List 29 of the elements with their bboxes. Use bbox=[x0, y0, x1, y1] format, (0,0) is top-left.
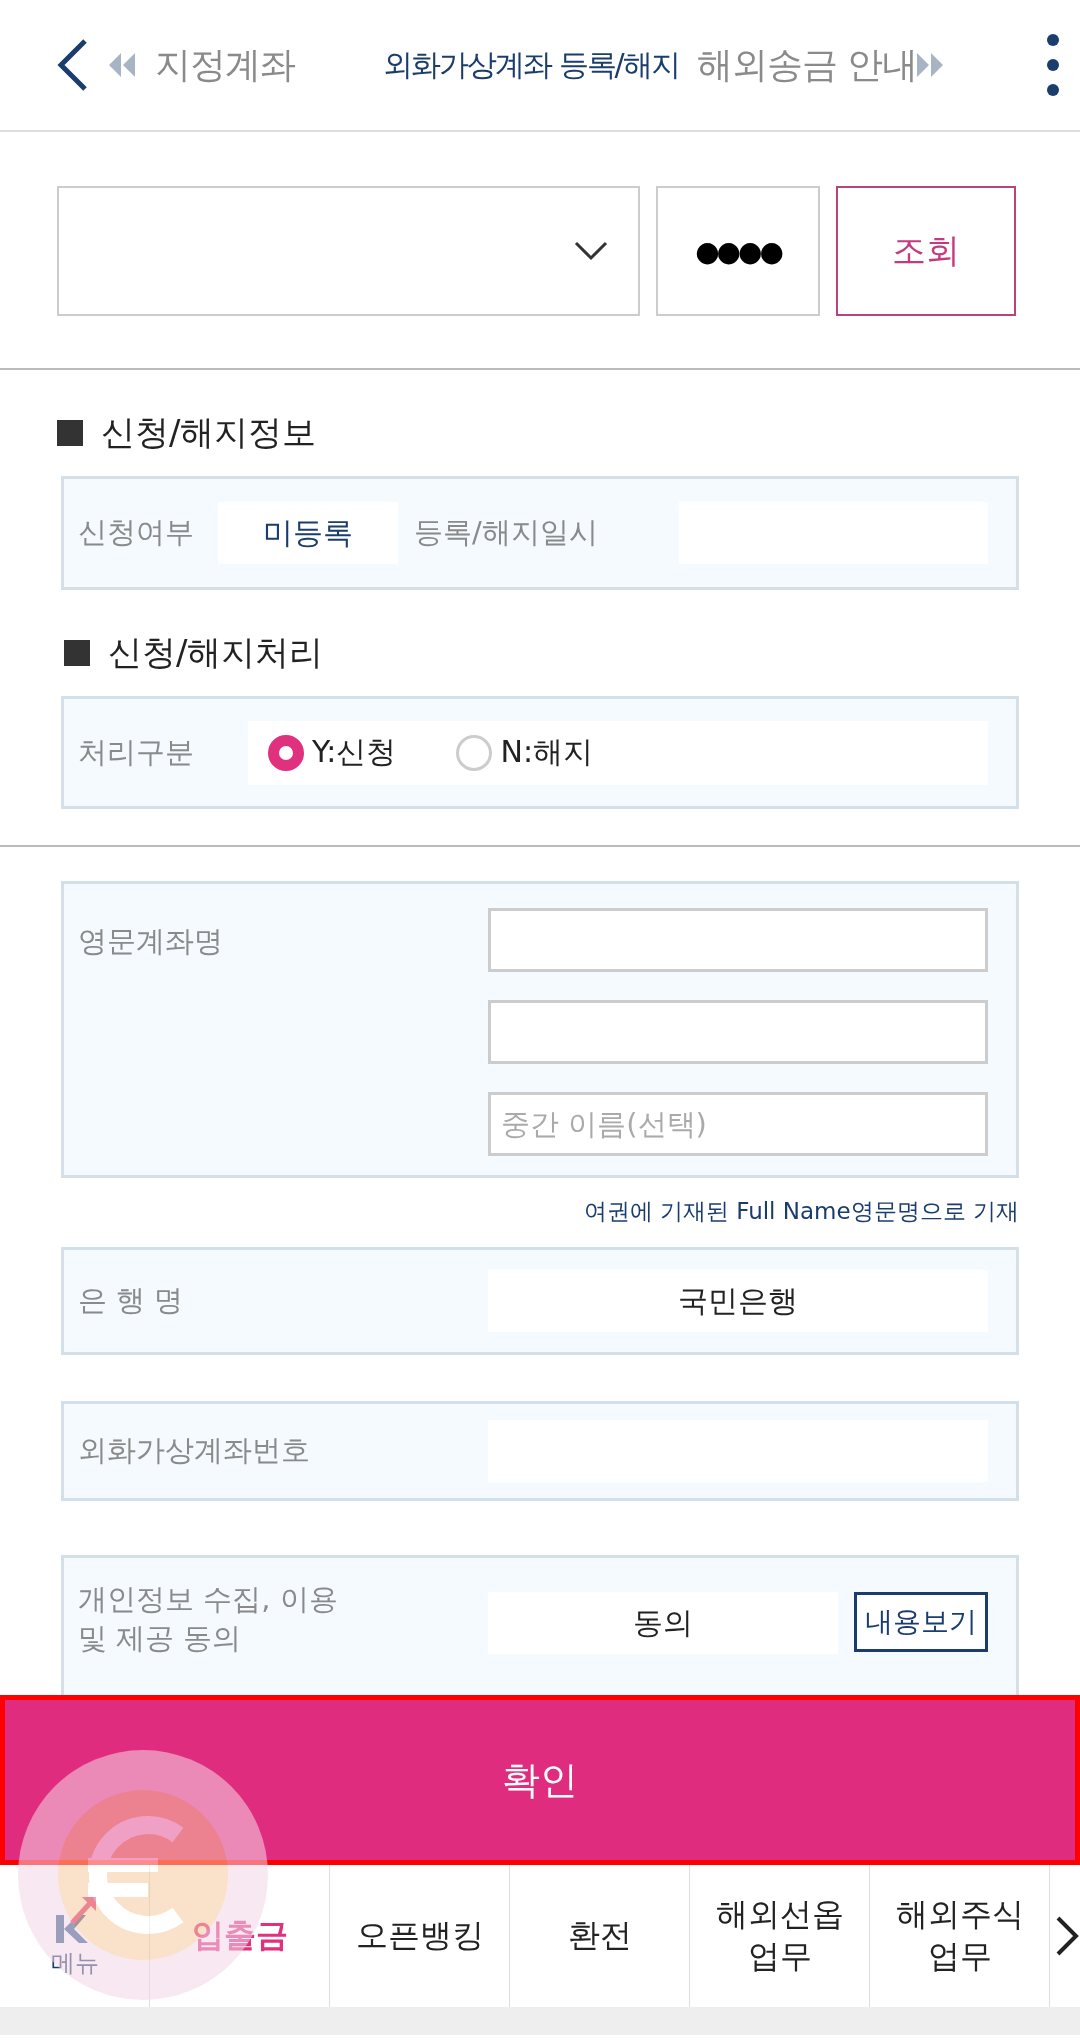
field-label: 개인정보 수집, 이용 및 제공 동의 bbox=[78, 1581, 339, 1658]
field-label: 처리구분 bbox=[78, 733, 195, 771]
section-title: 신청/해지처리 bbox=[108, 631, 324, 674]
field-label: 등록/해지일시 bbox=[413, 514, 599, 552]
radio-option[interactable]: N:해지 bbox=[456, 732, 593, 773]
bank-value: 국민은행 bbox=[488, 1270, 988, 1332]
note-text: 여권에 기재된 Full Name영문명으로 기재 bbox=[582, 1197, 1020, 1226]
section-title: 신청/해지정보 bbox=[101, 411, 317, 454]
field-label: 은 행 명 bbox=[78, 1282, 185, 1320]
chevron-down-icon[interactable] bbox=[574, 241, 608, 261]
header-tab[interactable]: 외화가상계좌 등록/해지 bbox=[383, 44, 679, 86]
input-field[interactable] bbox=[488, 1000, 988, 1064]
field-label: 영문계좌명 bbox=[78, 923, 224, 960]
status-value: 미등록 bbox=[218, 502, 398, 564]
square-bullet-icon bbox=[64, 640, 90, 666]
square-bullet-icon bbox=[57, 420, 83, 446]
chevron-right-icon[interactable] bbox=[1054, 1914, 1080, 1958]
inquiry-button[interactable]: 조회 bbox=[836, 186, 1016, 316]
field-label: 외화가상계좌번호 bbox=[78, 1432, 311, 1470]
input-field[interactable] bbox=[488, 908, 988, 972]
back-icon[interactable] bbox=[55, 37, 89, 93]
confirm-button[interactable]: 확인 bbox=[0, 1695, 1080, 1865]
more-icon[interactable] bbox=[1046, 33, 1060, 97]
agree-value: 동의 bbox=[488, 1592, 838, 1654]
password-field[interactable]: ●●●● bbox=[656, 186, 820, 316]
radio-option[interactable]: Y:신청 bbox=[268, 732, 397, 773]
field-label: 신청여부 bbox=[78, 514, 195, 552]
view-details-button[interactable]: 내용보기 bbox=[854, 1592, 988, 1652]
input-field[interactable]: 중간 이름(선택) bbox=[488, 1092, 988, 1156]
